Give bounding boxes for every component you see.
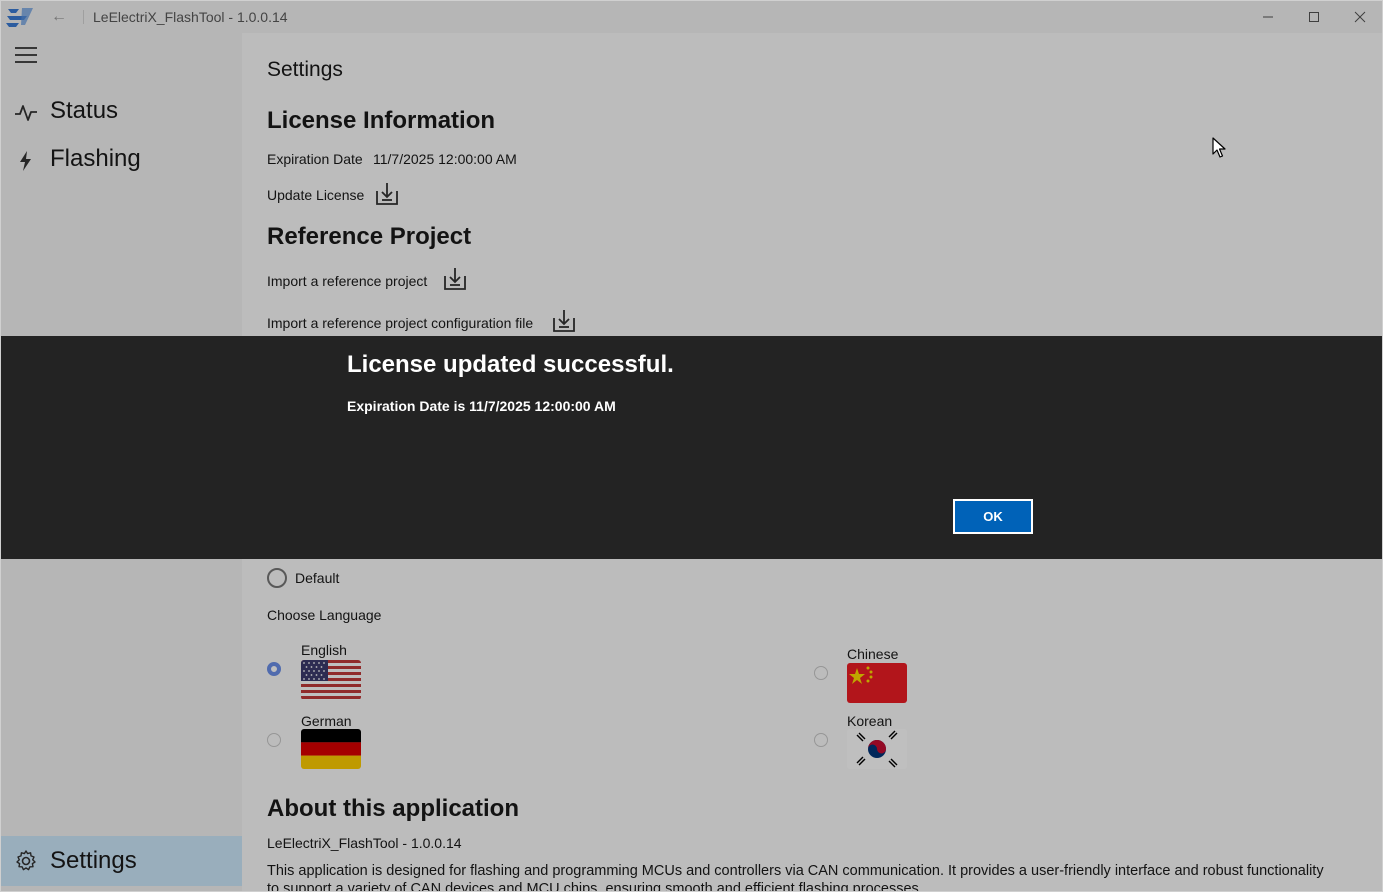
mouse-cursor-icon (1212, 137, 1226, 158)
app-window: ← LeElectriX_FlashTool - 1.0.0.14 Status (0, 0, 1383, 892)
ok-button[interactable]: OK (953, 499, 1033, 534)
dialog-message: Expiration Date is 11/7/2025 12:00:00 AM (347, 398, 616, 414)
dialog-title: License updated successful. (347, 351, 674, 378)
license-dialog: License updated successful. Expiration D… (1, 336, 1382, 559)
